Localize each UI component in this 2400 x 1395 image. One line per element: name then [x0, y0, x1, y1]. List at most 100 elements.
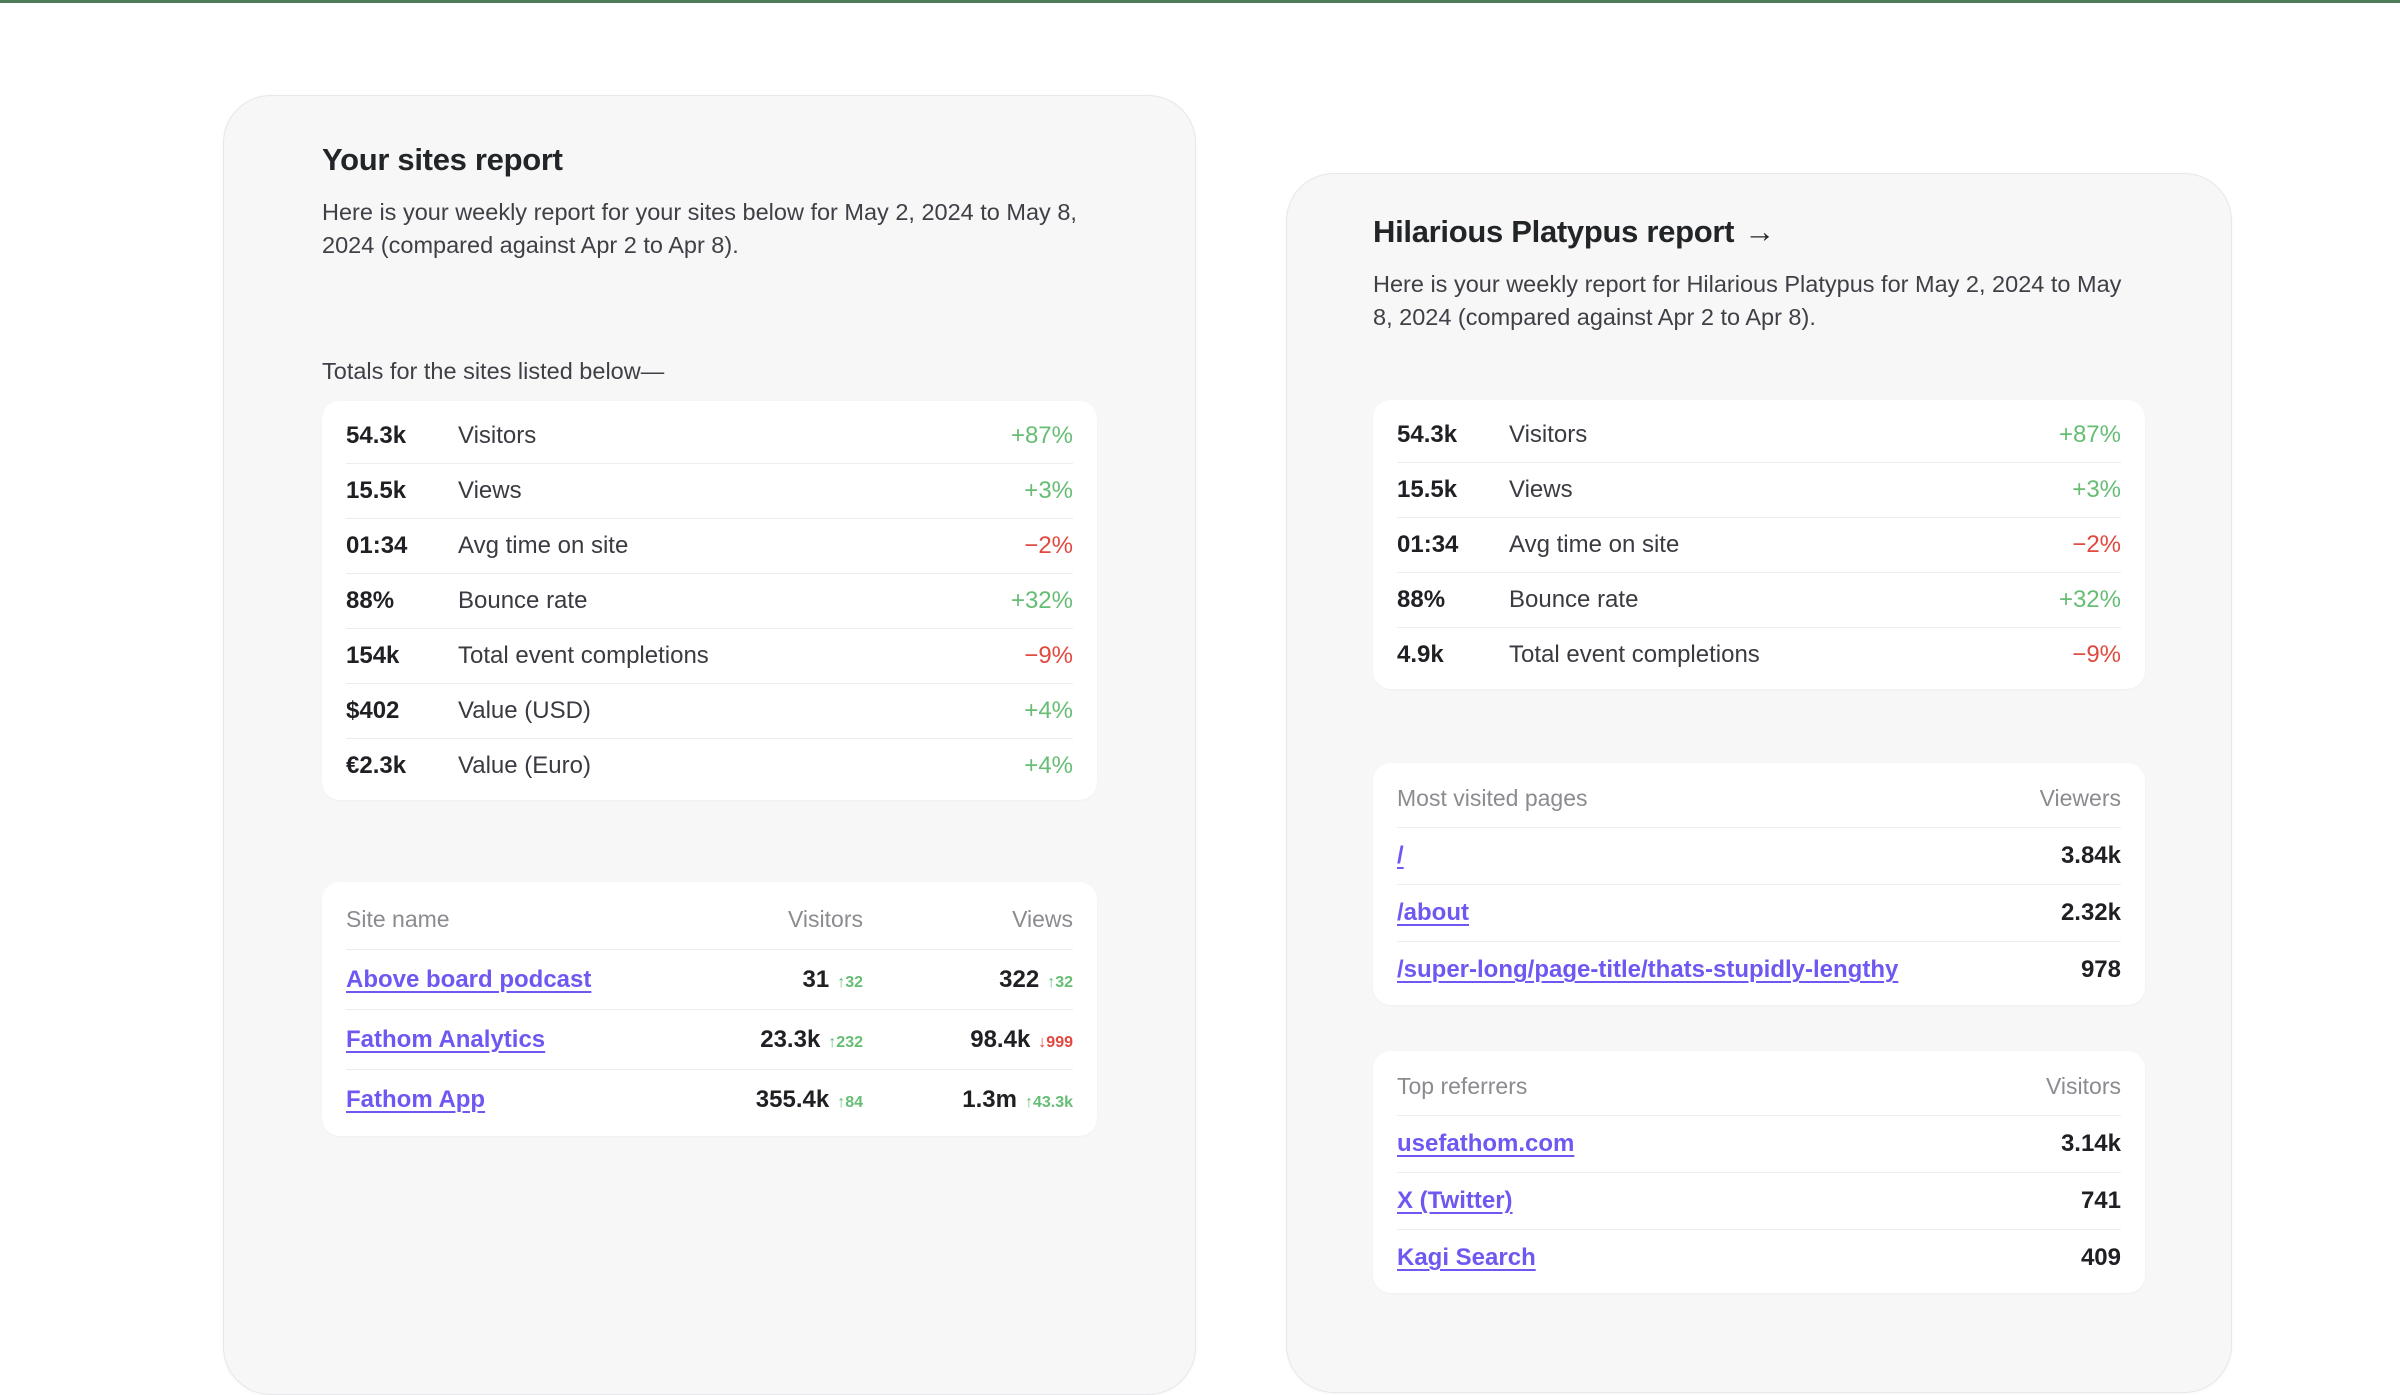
- metric-value: 88%: [346, 587, 458, 615]
- report-intro-text: Here is your weekly report for Hilarious…: [1373, 268, 2143, 334]
- metric-value: €2.3k: [346, 752, 458, 780]
- totals-row: 154kTotal event completions−9%: [346, 628, 1073, 683]
- metric-label: Value (USD): [458, 697, 1024, 725]
- report-intro-text: Here is your weekly report for your site…: [322, 196, 1092, 262]
- totals-row: $402Value (USD)+4%: [346, 683, 1073, 738]
- referrer-link[interactable]: X (Twitter): [1397, 1187, 1513, 1214]
- metric-change: −2%: [1024, 532, 1073, 560]
- referrer-cell: Kagi Search: [1397, 1244, 2081, 1272]
- table-header-row: Site nameVisitorsViews: [346, 889, 1073, 949]
- page-cell: /: [1397, 842, 2061, 870]
- metric-value: 88%: [1397, 586, 1509, 614]
- metric-change: +87%: [1011, 422, 1073, 450]
- metric-change: +3%: [1024, 477, 1073, 505]
- sites-report-card: Your sites report Here is your weekly re…: [223, 95, 1196, 1395]
- metric-label: Visitors: [1509, 421, 2059, 449]
- table-row: Above board podcast31↑32322↑32: [346, 949, 1073, 1009]
- column-header-page: Most visited pages: [1397, 785, 2040, 812]
- views-value: 98.4k: [970, 1026, 1030, 1053]
- arrow-up-icon: ↑: [828, 1034, 836, 1051]
- visitors-value: 409: [2081, 1244, 2121, 1272]
- column-header-viewers: Viewers: [2040, 785, 2121, 812]
- totals-row: €2.3kValue (Euro)+4%: [346, 738, 1073, 793]
- metric-value: 4.9k: [1397, 641, 1509, 669]
- site-link[interactable]: Above board podcast: [346, 966, 591, 993]
- totals-heading: Totals for the sites listed below—: [322, 358, 1097, 385]
- metric-change: −9%: [1024, 642, 1073, 670]
- referrer-link[interactable]: usefathom.com: [1397, 1130, 1574, 1157]
- column-header-visitors: Visitors: [673, 906, 863, 933]
- arrow-up-icon: ↑: [837, 1094, 845, 1111]
- totals-row: 54.3kVisitors+87%: [1397, 407, 2121, 462]
- visitors-value: 23.3k: [760, 1026, 820, 1053]
- totals-table: 54.3kVisitors+87%15.5kViews+3%01:34Avg t…: [322, 401, 1097, 800]
- site-report-card: Hilarious Platypus report → Here is your …: [1286, 173, 2232, 1393]
- metric-change: +87%: [2059, 421, 2121, 449]
- visitors-cell: 31 ↑32: [673, 966, 863, 994]
- metric-label: Views: [1509, 476, 2072, 504]
- column-header-site-name: Site name: [346, 906, 673, 933]
- site-report-title: Hilarious Platypus report: [1373, 214, 1734, 249]
- metric-change: +3%: [2072, 476, 2121, 504]
- viewers-value: 3.84k: [2061, 842, 2121, 870]
- visitors-value: 355.4k: [756, 1086, 829, 1113]
- sites-table: Site nameVisitorsViews Above board podcas…: [322, 882, 1097, 1136]
- site-name-cell: Fathom App: [346, 1086, 673, 1114]
- metric-change: +4%: [1024, 752, 1073, 780]
- table-row: Fathom Analytics23.3k↑23298.4k↓999: [346, 1009, 1073, 1069]
- metric-change: −2%: [2072, 531, 2121, 559]
- totals-row: 01:34Avg time on site−2%: [346, 518, 1073, 573]
- views-cell: 98.4k↓999: [863, 1026, 1073, 1054]
- metric-label: Avg time on site: [458, 532, 1024, 560]
- site-link[interactable]: Fathom App: [346, 1086, 485, 1113]
- totals-row: 54.3kVisitors+87%: [346, 408, 1073, 463]
- column-header-referrer: Top referrers: [1397, 1073, 2046, 1100]
- table-row: Fathom App355.4k↑841.3m↑43.3k: [346, 1069, 1073, 1129]
- metric-label: Visitors: [458, 422, 1011, 450]
- table-row: /about2.32k: [1397, 884, 2121, 941]
- views-value: 1.3m: [962, 1086, 1017, 1113]
- visitors-trend: ↑32: [837, 974, 863, 991]
- arrow-up-icon: ↑: [1047, 974, 1055, 991]
- top-accent-bar: [0, 0, 2400, 3]
- metric-label: Bounce rate: [458, 587, 1011, 615]
- totals-row: 15.5kViews+3%: [1397, 462, 2121, 517]
- arrow-down-icon: ↓: [1038, 1034, 1046, 1051]
- column-header-views: Views: [863, 906, 1073, 933]
- referrer-cell: usefathom.com: [1397, 1130, 2061, 1158]
- site-name-cell: Above board podcast: [346, 966, 673, 994]
- viewers-value: 978: [2081, 956, 2121, 984]
- site-report-title-link[interactable]: Hilarious Platypus report →: [1373, 212, 2145, 252]
- referrer-link[interactable]: Kagi Search: [1397, 1244, 1536, 1271]
- arrow-right-icon: →: [1744, 214, 1775, 249]
- top-referrers-table: Top referrersVisitors usefathom.com 3.14k X…: [1373, 1051, 2145, 1293]
- totals-row: 01:34Avg time on site−2%: [1397, 517, 2121, 572]
- page-cell: /super-long/page-title/thats-stupidly-le…: [1397, 956, 2081, 984]
- page-title: Your sites report: [322, 140, 1097, 180]
- visitors-value: 3.14k: [2061, 1130, 2121, 1158]
- page-link[interactable]: /: [1397, 842, 1404, 869]
- table-row: X (Twitter)741: [1397, 1172, 2121, 1229]
- site-link[interactable]: Fathom Analytics: [346, 1026, 545, 1053]
- page-cell: /about: [1397, 899, 2061, 927]
- table-header-row: Top referrersVisitors: [1397, 1058, 2121, 1115]
- views-cell: 1.3m ↑43.3k: [863, 1086, 1073, 1114]
- metric-change: +32%: [1011, 587, 1073, 615]
- referrer-cell: X (Twitter): [1397, 1187, 2081, 1215]
- metric-value: 01:34: [1397, 531, 1509, 559]
- metric-value: $402: [346, 697, 458, 725]
- totals-row: 88%Bounce rate+32%: [1397, 572, 2121, 627]
- metric-label: Avg time on site: [1509, 531, 2072, 559]
- visitors-value: 31: [803, 966, 830, 993]
- page-link[interactable]: /super-long/page-title/thats-stupidly-le…: [1397, 956, 1898, 983]
- metric-label: Value (Euro): [458, 752, 1024, 780]
- page-link[interactable]: /about: [1397, 899, 1469, 926]
- site-name-cell: Fathom Analytics: [346, 1026, 673, 1054]
- arrow-up-icon: ↑: [1025, 1094, 1033, 1111]
- table-row: /super-long/page-title/thats-stupidly-le…: [1397, 941, 2121, 998]
- arrow-up-icon: ↑: [837, 974, 845, 991]
- table-row: usefathom.com 3.14k: [1397, 1115, 2121, 1172]
- views-trend: ↑43.3k: [1025, 1094, 1073, 1111]
- visitors-cell: 355.4k↑84: [673, 1086, 863, 1114]
- column-header-visitors: Visitors: [2046, 1073, 2121, 1100]
